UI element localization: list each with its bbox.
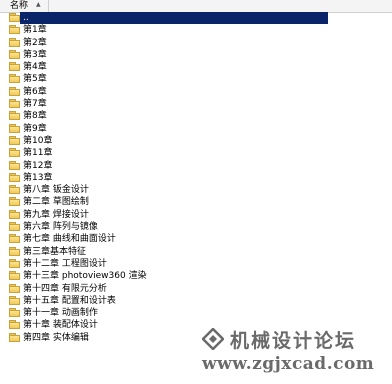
folder-row[interactable]: 第九章 焊接设计: [0, 209, 392, 221]
folder-name: 第十二章 工程图设计: [23, 258, 107, 269]
selection-highlight: [20, 12, 328, 25]
folder-name: 第三章基本特征: [23, 246, 87, 257]
folder-row[interactable]: 第十三章 photoview360 渲染: [0, 270, 392, 282]
folder-icon: [9, 99, 21, 109]
folder-name: 第7章: [23, 99, 47, 110]
folder-icon: [9, 13, 21, 22]
folder-icon: [9, 25, 21, 35]
folder-row[interactable]: 第8章: [0, 110, 392, 122]
folder-row[interactable]: 第十四章 有限元分析: [0, 283, 392, 295]
folder-name: 第5章: [23, 74, 47, 85]
folder-icon: [9, 160, 21, 170]
folder-row[interactable]: 第2章: [0, 37, 392, 49]
folder-name: 第十四章 有限元分析: [23, 283, 107, 294]
folder-row[interactable]: 第三章基本特征: [0, 246, 392, 258]
folder-name: 第九章 焊接设计: [23, 209, 89, 220]
folder-icon: [9, 258, 21, 268]
folder-icon: [9, 308, 21, 318]
folder-name: 第十五章 配置和设计表: [23, 295, 116, 306]
column-divider[interactable]: [48, 0, 49, 12]
folder-icon: [9, 234, 21, 244]
folder-row[interactable]: 第六章 阵列与镜像: [0, 221, 392, 233]
folder-row[interactable]: 第十一章 动画制作: [0, 307, 392, 319]
folder-icon: [9, 197, 21, 207]
folder-row[interactable]: 第二章 草图绘制: [0, 196, 392, 208]
folder-name: 第6章: [23, 86, 47, 97]
folder-icon: [9, 37, 21, 47]
folder-row[interactable]: 第十二章 工程图设计: [0, 258, 392, 270]
folder-name: 第七章 曲线和曲面设计: [23, 234, 116, 245]
folder-row[interactable]: 第七章 曲线和曲面设计: [0, 233, 392, 245]
folder-row[interactable]: 第4章: [0, 61, 392, 73]
folder-name: 第十三章 photoview360 渲染: [23, 271, 147, 282]
folder-icon: [9, 271, 21, 281]
folder-icon: [9, 49, 21, 59]
folder-icon: [9, 62, 21, 72]
folder-row[interactable]: 第3章: [0, 49, 392, 61]
folder-icon: [9, 74, 21, 84]
folder-row[interactable]: 第9章: [0, 123, 392, 135]
folder-row[interactable]: 第13章: [0, 172, 392, 184]
folder-name: 第1章: [23, 25, 47, 36]
folder-row[interactable]: 第1章: [0, 24, 392, 36]
watermark-url: www.zgjxcad.com: [202, 354, 375, 374]
diamond-logo-icon: [202, 328, 224, 350]
folder-icon: [9, 111, 21, 121]
folder-icon: [9, 123, 21, 133]
folder-icon: [9, 246, 21, 256]
parent-folder-row[interactable]: ..: [0, 12, 392, 25]
folder-name: 第四章 实体编辑: [23, 332, 89, 343]
folder-icon: [9, 172, 21, 182]
folder-name: 第12章: [23, 160, 53, 171]
folder-name: 第8章: [23, 111, 47, 122]
folder-icon: [9, 320, 21, 330]
folder-name: ..: [23, 13, 29, 23]
folder-name: 第11章: [23, 148, 53, 159]
folder-name: 第八章 钣金设计: [23, 185, 89, 196]
folder-row[interactable]: 第12章: [0, 160, 392, 172]
folder-name: 第十章 装配体设计: [23, 320, 98, 331]
watermark-title: 机械设计论坛: [230, 330, 357, 352]
folder-row[interactable]: 第5章: [0, 73, 392, 85]
folder-row[interactable]: 第八章 钣金设计: [0, 184, 392, 196]
folder-icon: [9, 222, 21, 232]
folder-row[interactable]: 第10章: [0, 135, 392, 147]
folder-name: 第13章: [23, 172, 53, 183]
folder-icon: [9, 135, 21, 145]
folder-name: 第9章: [23, 123, 47, 134]
sort-ascending-icon: ▲: [36, 1, 41, 8]
folder-name: 第十一章 动画制作: [23, 308, 98, 319]
file-list: .. 第1章 第2章 第3章第4章 第5章 第6章第7章 第8章 第9章 第10章第11章 第12…: [0, 12, 392, 344]
folder-name: 第10章: [23, 135, 53, 146]
folder-name: 第2章: [23, 37, 47, 48]
folder-name: 第4章: [23, 62, 47, 73]
folder-name: 第六章 阵列与镜像: [23, 222, 98, 233]
folder-icon: [9, 332, 21, 342]
folder-name: 第3章: [23, 49, 47, 60]
folder-icon: [9, 86, 21, 96]
folder-icon: [9, 148, 21, 158]
folder-name: 第二章 草图绘制: [23, 197, 89, 208]
folder-row[interactable]: 第7章: [0, 98, 392, 110]
folder-row[interactable]: 第十五章 配置和设计表: [0, 295, 392, 307]
folder-icon: [9, 209, 21, 219]
folder-icon: [9, 283, 21, 293]
watermark: 机械设计论坛 www.zgjxcad.com: [198, 326, 388, 380]
folder-icon: [9, 295, 21, 305]
folder-row[interactable]: 第6章: [0, 86, 392, 98]
folder-icon: [9, 185, 21, 195]
folder-row[interactable]: 第11章: [0, 147, 392, 159]
name-column-header[interactable]: 名称: [10, 0, 28, 12]
